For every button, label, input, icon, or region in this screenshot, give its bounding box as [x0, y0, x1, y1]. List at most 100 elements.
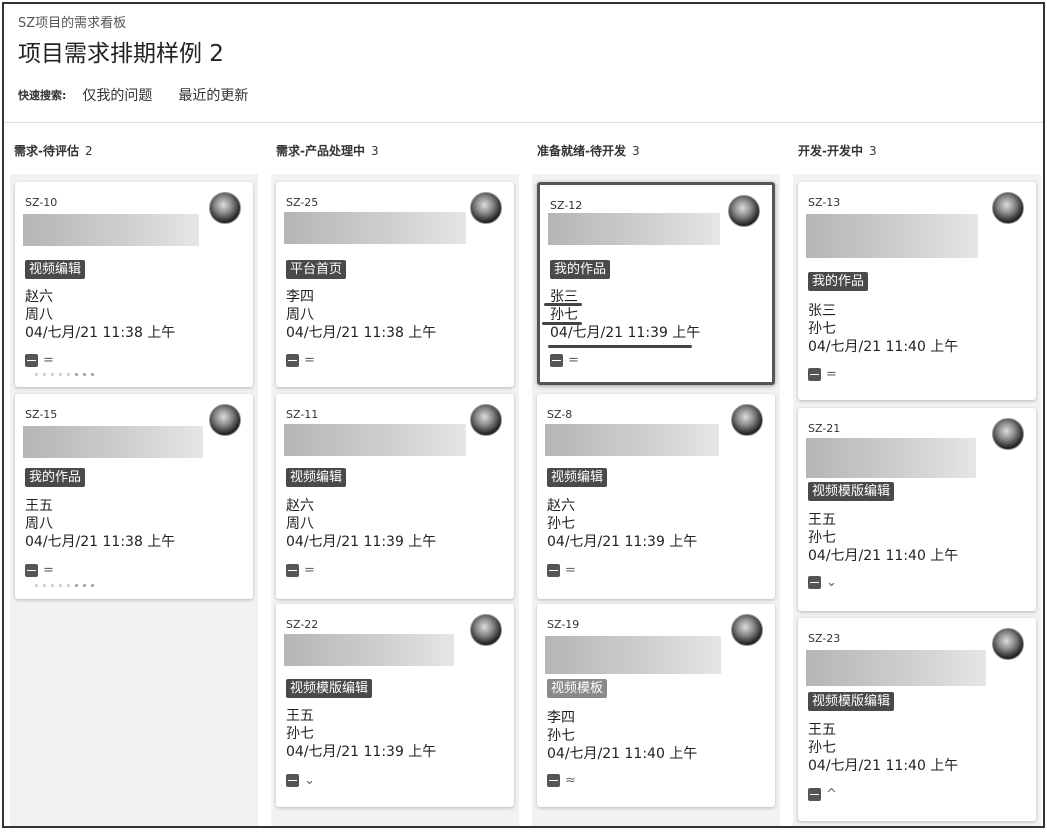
issue-icons: ⌄ — [286, 774, 315, 787]
issue-info: 王五 周八 04/七月/21 11:38 上午 — [25, 497, 175, 551]
issue-key[interactable]: SZ-22 — [286, 618, 318, 631]
column-header-to-evaluate: 需求-待评估 2 — [14, 142, 93, 159]
created-date: 04/七月/21 11:39 上午 — [286, 534, 437, 550]
issue-label: 视频模版编辑 — [808, 692, 895, 711]
issue-type-icon — [808, 788, 821, 801]
issue-card[interactable]: SZ-13 我的作品 张三 孙七 04/七月/21 11:40 上午 = — [798, 182, 1036, 400]
issue-info: 王五 孙七 04/七月/21 11:40 上午 — [808, 721, 958, 775]
created-date: 04/七月/21 11:38 上午 — [25, 534, 176, 550]
issue-info: 王五 孙七 04/七月/21 11:39 上午 — [286, 707, 436, 761]
column-title: 需求-产品处理中 — [276, 144, 365, 158]
assignee: 王五 — [808, 722, 836, 738]
issue-type-icon — [547, 774, 560, 787]
reporter: 周八 — [286, 307, 314, 323]
assignee: 王五 — [808, 512, 836, 528]
issue-key[interactable]: SZ-11 — [286, 408, 318, 421]
issue-summary-blurred — [806, 214, 978, 258]
issue-card[interactable]: SZ-8 视频编辑 赵六 孙七 04/七月/21 11:39 上午 = — [537, 394, 775, 599]
reporter: 孙七 — [547, 516, 575, 532]
issue-key[interactable]: SZ-12 — [550, 199, 582, 212]
reporter: 孙七 — [808, 321, 836, 337]
issue-icons: = — [286, 354, 315, 367]
issue-info: 王五 孙七 04/七月/21 11:40 上午 — [808, 511, 958, 565]
issue-card[interactable]: SZ-15 我的作品 王五 周八 04/七月/21 11:38 上午 = — [15, 394, 253, 599]
issue-key[interactable]: SZ-25 — [286, 196, 318, 209]
issue-card[interactable]: SZ-25 平台首页 李四 周八 04/七月/21 11:38 上午 = — [276, 182, 514, 387]
assignee: 李四 — [286, 289, 314, 305]
column-title: 需求-待评估 — [14, 144, 79, 158]
issue-info: 李四 周八 04/七月/21 11:38 上午 — [286, 288, 436, 342]
annotation-underline — [548, 345, 692, 348]
issue-icons: = — [547, 564, 576, 577]
assignee: 李四 — [547, 710, 575, 726]
issue-type-icon — [550, 354, 563, 367]
reporter: 周八 — [286, 516, 314, 532]
issue-card[interactable]: SZ-19 视频模板 李四 孙七 04/七月/21 11:40 上午 ≈ — [537, 604, 775, 807]
issue-summary-blurred — [806, 438, 976, 478]
issue-card-selected[interactable]: SZ-12 我的作品 张三 孙七 04/七月/21 11:39 上午 = — [537, 182, 775, 385]
breadcrumb[interactable]: SZ项目的需求看板 — [18, 14, 274, 34]
issue-key[interactable]: SZ-10 — [25, 196, 57, 209]
column-count: 3 — [370, 144, 379, 158]
issue-card[interactable]: SZ-21 视频模版编辑 王五 孙七 04/七月/21 11:40 上午 ⌄ — [798, 408, 1036, 611]
reporter: 周八 — [25, 307, 53, 323]
column-title: 开发-开发中 — [798, 144, 863, 158]
assignee: 王五 — [286, 708, 314, 724]
priority-icon: = — [826, 367, 837, 382]
created-date: 04/七月/21 11:40 上午 — [808, 548, 959, 564]
issue-icons: = — [286, 564, 315, 577]
issue-card[interactable]: SZ-10 视频编辑 赵六 周八 04/七月/21 11:38 上午 = — [15, 182, 253, 387]
issue-label: 视频编辑 — [286, 468, 347, 487]
issue-key[interactable]: SZ-8 — [547, 408, 572, 421]
issue-label: 平台首页 — [286, 260, 347, 279]
reporter: 孙七 — [808, 740, 836, 756]
priority-icon: = — [565, 563, 576, 578]
issue-summary-blurred — [545, 636, 721, 674]
avatar — [728, 195, 760, 227]
created-date: 04/七月/21 11:40 上午 — [808, 339, 959, 355]
issue-type-icon — [25, 354, 38, 367]
issue-key[interactable]: SZ-23 — [808, 632, 840, 645]
quick-filter-recent-updates[interactable]: 最近的更新 — [178, 85, 248, 105]
issue-icons: = — [25, 354, 54, 367]
issue-card[interactable]: SZ-23 视频模版编辑 王五 孙七 04/七月/21 11:40 上午 ^ — [798, 618, 1036, 821]
issue-key[interactable]: SZ-21 — [808, 422, 840, 435]
reporter: 孙七 — [286, 726, 314, 742]
issue-label: 视频编辑 — [547, 468, 608, 487]
issue-label: 我的作品 — [25, 468, 86, 487]
annotation-underline — [544, 303, 582, 306]
issue-key[interactable]: SZ-19 — [547, 618, 579, 631]
assignee: 张三 — [808, 303, 836, 319]
issue-summary-blurred — [284, 212, 466, 244]
issue-type-icon — [547, 564, 560, 577]
issue-summary-blurred — [548, 213, 720, 245]
issue-icons: ⌄ — [808, 576, 837, 589]
issue-type-icon — [286, 354, 299, 367]
issue-icons: ≈ — [547, 774, 576, 787]
reporter: 周八 — [25, 516, 53, 532]
issue-card[interactable]: SZ-11 视频编辑 赵六 周八 04/七月/21 11:39 上午 = — [276, 394, 514, 599]
issue-key[interactable]: SZ-13 — [808, 196, 840, 209]
board-window: SZ项目的需求看板 项目需求排期样例 2 快速搜索: 仅我的问题 最近的更新 需… — [2, 2, 1045, 828]
issue-card[interactable]: SZ-22 视频模版编辑 王五 孙七 04/七月/21 11:39 上午 ⌄ — [276, 604, 514, 807]
assignee: 王五 — [25, 498, 53, 514]
days-in-column-dots — [35, 584, 94, 587]
avatar — [731, 404, 763, 436]
created-date: 04/七月/21 11:39 上午 — [547, 534, 698, 550]
quick-filter-my-issues[interactable]: 仅我的问题 — [82, 85, 152, 105]
avatar — [209, 192, 241, 224]
priority-icon: ⌄ — [826, 575, 837, 590]
issue-summary-blurred — [806, 650, 986, 686]
issue-key[interactable]: SZ-15 — [25, 408, 57, 421]
column-to-evaluate: SZ-10 视频编辑 赵六 周八 04/七月/21 11:38 上午 = SZ-… — [10, 174, 258, 826]
priority-icon: = — [304, 563, 315, 578]
created-date: 04/七月/21 11:40 上午 — [547, 746, 698, 762]
avatar — [470, 404, 502, 436]
board-header: SZ项目的需求看板 项目需求排期样例 2 快速搜索: 仅我的问题 最近的更新 — [18, 14, 274, 106]
issue-info: 张三 孙七 04/七月/21 11:39 上午 — [550, 288, 700, 342]
quick-filters: 快速搜索: 仅我的问题 最近的更新 — [18, 84, 274, 106]
priority-icon: = — [43, 353, 54, 368]
assignee: 赵六 — [286, 498, 314, 514]
issue-label: 我的作品 — [550, 260, 611, 279]
issue-icons: = — [808, 368, 837, 381]
